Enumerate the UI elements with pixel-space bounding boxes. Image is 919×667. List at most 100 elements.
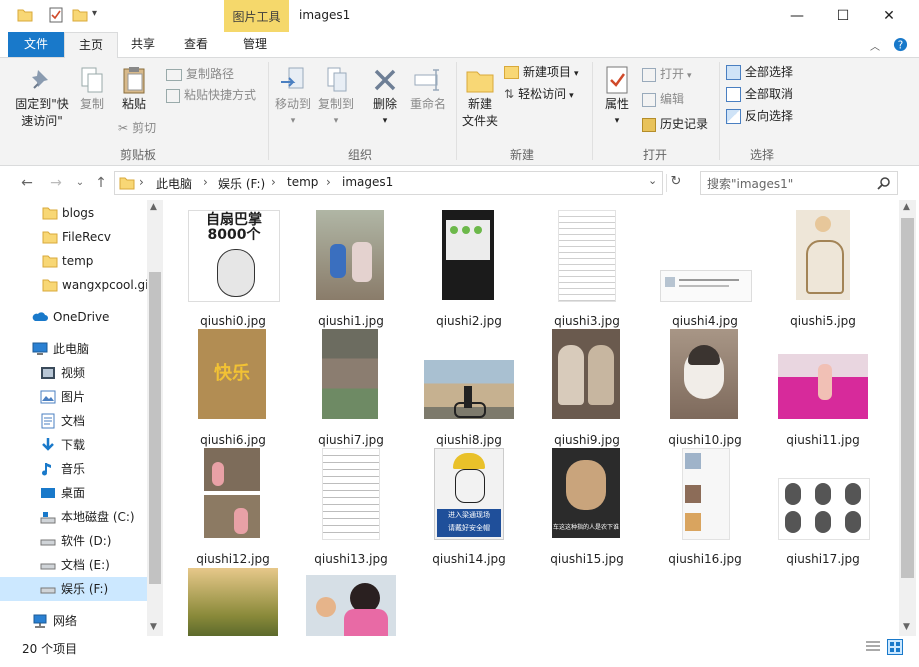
- nav-drive-c[interactable]: 本地磁盘 (C:): [0, 505, 147, 529]
- tab-home[interactable]: 主页: [64, 32, 118, 58]
- properties-icon[interactable]: [48, 7, 64, 23]
- file-item[interactable]: qiushi9.jpg: [528, 329, 646, 448]
- new-folder-icon[interactable]: [72, 7, 88, 23]
- nav-scrollbar[interactable]: ▲ ▼: [147, 200, 163, 636]
- file-item[interactable]: qiushi16.jpg: [646, 448, 764, 567]
- scroll-up-icon[interactable]: ▲: [903, 202, 910, 212]
- search-input[interactable]: 搜索"images1": [700, 171, 898, 195]
- nav-label: FileRecv: [62, 230, 111, 244]
- help-icon[interactable]: ?: [893, 37, 908, 52]
- file-item[interactable]: qiushi7.jpg: [292, 329, 410, 448]
- copy-to-button[interactable]: 复制到 ▾: [316, 64, 356, 130]
- file-item[interactable]: 快乐 qiushi6.jpg: [174, 329, 292, 448]
- file-item[interactable]: qiushi11.jpg: [764, 329, 882, 448]
- tab-manage[interactable]: 管理: [224, 32, 286, 57]
- nav-desktop[interactable]: 桌面: [0, 481, 147, 505]
- properties-button[interactable]: 属性 ▾: [598, 64, 636, 130]
- nav-network[interactable]: 网络: [0, 609, 147, 633]
- up-arrow-icon[interactable]: ↑: [92, 174, 110, 192]
- nav-folder-filerecv[interactable]: FileRecv: [0, 225, 147, 249]
- file-item[interactable]: qiushi12.jpg: [174, 448, 292, 567]
- nav-music[interactable]: 音乐: [0, 457, 147, 481]
- select-none-button[interactable]: 全部取消: [726, 84, 793, 104]
- tab-view[interactable]: 查看: [170, 32, 222, 57]
- file-name: qiushi4.jpg: [672, 314, 738, 328]
- quick-access-dropdown[interactable]: ▾: [92, 8, 97, 19]
- back-arrow-icon[interactable]: ←: [18, 174, 36, 192]
- nav-videos[interactable]: 视频: [0, 361, 147, 385]
- large-icons-view-icon[interactable]: [887, 639, 903, 655]
- rename-button[interactable]: 重命名: [406, 64, 450, 113]
- maximize-button[interactable]: ☐: [820, 0, 866, 32]
- address-bar[interactable]: › 此电脑 › 娱乐 (F:) › temp › images1 ⌄: [114, 171, 663, 195]
- easy-access-button[interactable]: ⇅ 轻松访问 ▾: [504, 84, 574, 104]
- copy-button[interactable]: 复制: [74, 64, 110, 113]
- file-item[interactable]: [292, 567, 410, 636]
- details-view-icon[interactable]: [865, 640, 881, 654]
- open-button[interactable]: 打开 ▾: [642, 64, 692, 84]
- file-name: qiushi15.jpg: [550, 552, 624, 566]
- scroll-up-icon[interactable]: ▲: [150, 202, 157, 212]
- content-scroll-thumb[interactable]: [901, 218, 914, 578]
- file-item[interactable]: 车这这种指的人是农下谁 qiushi15.jpg: [528, 448, 646, 567]
- nav-folder-temp[interactable]: temp: [0, 249, 147, 273]
- paste-button[interactable]: 粘贴: [114, 64, 154, 113]
- recent-locations-icon[interactable]: ⌄: [71, 174, 89, 192]
- file-item[interactable]: qiushi5.jpg: [764, 210, 882, 329]
- forward-arrow-icon[interactable]: →: [47, 174, 65, 192]
- nav-pictures[interactable]: 图片: [0, 385, 147, 409]
- properties-icon: [606, 66, 628, 94]
- file-item[interactable]: 进入梁通现场 请戴好安全帽 qiushi14.jpg: [410, 448, 528, 567]
- nav-folder-blogs[interactable]: blogs: [0, 201, 147, 225]
- cut-button[interactable]: ✂ 剪切: [118, 118, 156, 138]
- nav-scroll-thumb[interactable]: [149, 272, 161, 584]
- content-scrollbar[interactable]: ▲ ▼: [899, 200, 916, 636]
- collapse-ribbon-icon[interactable]: ︿: [870, 38, 880, 53]
- close-button[interactable]: ✕: [866, 0, 912, 32]
- file-item[interactable]: qiushi13.jpg: [292, 448, 410, 567]
- file-item[interactable]: [174, 567, 292, 636]
- file-item[interactable]: qiushi10.jpg: [646, 329, 764, 448]
- refresh-icon[interactable]: ↻: [666, 174, 685, 192]
- rename-label: 重命名: [409, 97, 446, 111]
- breadcrumb-temp[interactable]: temp: [287, 175, 318, 189]
- nav-label: 视频: [61, 366, 86, 380]
- tab-file[interactable]: 文件: [8, 32, 64, 57]
- scroll-down-icon[interactable]: ▼: [903, 622, 910, 632]
- history-button[interactable]: 历史记录: [642, 114, 708, 134]
- nav-onedrive[interactable]: OneDrive: [0, 305, 147, 329]
- tab-share[interactable]: 共享: [116, 32, 170, 57]
- nav-drive-d[interactable]: 软件 (D:): [0, 529, 147, 553]
- nav-drive-e[interactable]: 文档 (E:): [0, 553, 147, 577]
- file-item[interactable]: 自扇巴掌 8000个 qiushi0.jpg: [174, 210, 292, 329]
- file-item[interactable]: qiushi2.jpg: [410, 210, 528, 329]
- breadcrumb-drive-f[interactable]: 娱乐 (F:): [218, 175, 265, 192]
- copy-path-button[interactable]: 复制路径: [166, 64, 234, 84]
- edit-button[interactable]: 编辑: [642, 89, 684, 109]
- file-item[interactable]: qiushi4.jpg: [646, 210, 764, 329]
- search-icon[interactable]: [877, 176, 891, 190]
- nav-folder-wangxpcool[interactable]: wangxpcool.gi: [0, 273, 147, 297]
- scroll-down-icon[interactable]: ▼: [150, 622, 157, 632]
- delete-button[interactable]: 删除 ▾: [368, 64, 402, 130]
- breadcrumb-images1[interactable]: images1: [342, 175, 393, 189]
- nav-this-pc[interactable]: 此电脑: [0, 337, 147, 361]
- file-item[interactable]: qiushi3.jpg: [528, 210, 646, 329]
- file-item[interactable]: qiushi17.jpg: [764, 448, 882, 567]
- invert-selection-button[interactable]: 反向选择: [726, 106, 793, 126]
- select-all-button[interactable]: 全部选择: [726, 62, 793, 82]
- nav-downloads[interactable]: 下载: [0, 433, 147, 457]
- new-folder-button[interactable]: 新建 文件夹: [460, 64, 500, 130]
- file-item[interactable]: qiushi1.jpg: [292, 210, 410, 329]
- move-to-button[interactable]: 移动到 ▾: [274, 64, 312, 130]
- minimize-button[interactable]: —: [774, 0, 820, 32]
- pin-quick-access-button[interactable]: 固定到"快速访问": [10, 64, 74, 130]
- nav-documents[interactable]: 文档: [0, 409, 147, 433]
- address-dropdown-icon[interactable]: ⌄: [648, 174, 657, 187]
- item-count: 20 个项目: [22, 642, 78, 656]
- new-item-button[interactable]: 新建项目 ▾: [504, 62, 579, 82]
- nav-drive-f[interactable]: 娱乐 (F:): [0, 577, 147, 601]
- file-item[interactable]: qiushi8.jpg: [410, 329, 528, 448]
- paste-shortcut-button[interactable]: 粘贴快捷方式: [166, 85, 256, 105]
- breadcrumb-this-pc[interactable]: 此电脑: [156, 175, 192, 192]
